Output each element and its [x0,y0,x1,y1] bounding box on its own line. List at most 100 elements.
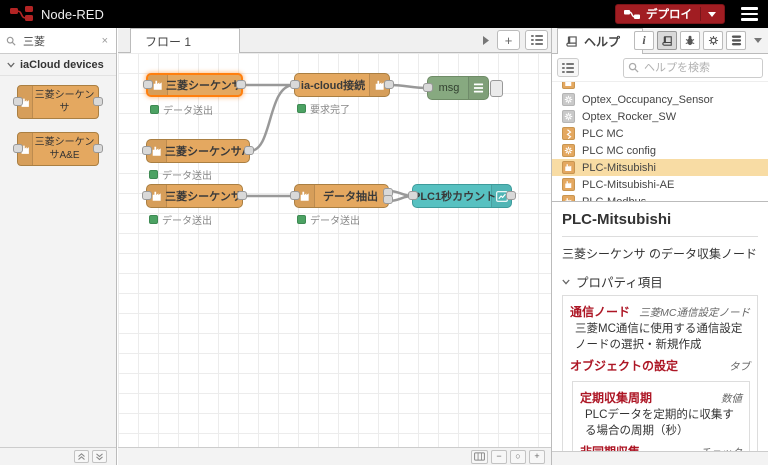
status-text: データ送出 [162,216,212,227]
serial-zigzag-icon [562,127,575,140]
help-content: PLC-Mitsubishi 三菱シーケンサ のデータ収集ノード プロパティ項目… [552,202,768,451]
palette-node-mitsubishi[interactable]: 三菱シーケンサ [13,85,103,119]
config-tab-button[interactable] [703,31,723,50]
tab-scroll-right-button[interactable] [480,30,492,50]
flow-node-ia-cloud-connect[interactable]: ia-cloud接続 要求完了 [290,73,394,116]
help-list-item[interactable]: PLC MC config [552,142,768,159]
tab-help[interactable]: ヘルプ [557,28,643,54]
node-status: データ送出 [150,102,213,117]
hamburger-icon [741,7,758,10]
help-list-item[interactable]: Optex_Rocker_SW [552,108,768,125]
palette: × iaCloud devices 三菱シーケンサ 三菱シーケンサA&E [0,28,117,465]
flow-node-mitsubishi-2[interactable]: 三菱シーケンサ データ送出 [142,184,247,227]
wire[interactable] [249,83,295,153]
main-menu-button[interactable] [739,5,760,23]
caret-down-icon [708,11,716,17]
flow-node-debug-msg[interactable]: msg [423,76,503,100]
flow-node-mitsubishi-1[interactable]: 三菱シーケンサ データ送出 [143,73,246,117]
zoom-out-button[interactable]: − [491,449,507,464]
gear-icon [562,110,575,123]
input-port[interactable] [142,191,152,200]
input-port[interactable] [423,83,433,92]
chevron-double-up-icon [78,453,85,460]
output-port[interactable] [244,146,254,155]
help-list-item[interactable]: PLC-Mitsubishi-AE [552,176,768,193]
output-port[interactable] [384,80,394,89]
workspace[interactable]: 三菱シーケンサ データ送出 ia-cloud接続 要求完了 msg 三菱シーケン… [118,53,551,447]
property-row: 定期収集周期 数値 [580,389,742,406]
collapse-all-button[interactable] [74,450,89,463]
factory-icon [562,195,575,201]
output-port [93,97,103,106]
sidebar-menu-caret[interactable] [749,38,764,43]
flow-node-data-extract[interactable]: データ抽出 データ送出 [290,184,393,227]
search-icon [6,36,16,46]
palette-node-mitsubishi-ae[interactable]: 三菱シーケンサA&E [13,132,103,166]
clear-search-button[interactable]: × [100,35,110,47]
chevron-down-icon [562,279,570,285]
property-row: オブジェクトの設定 タブ [570,357,750,374]
node-status: データ送出 [297,212,360,227]
navigator-toggle-button[interactable] [471,449,488,464]
help-list-item[interactable] [552,82,768,91]
help-list-label: PLC MC config [582,144,656,157]
output-port[interactable] [236,80,246,89]
help-list-item-selected[interactable]: PLC-Mitsubishi [552,159,768,176]
play-icon [483,35,489,45]
input-port[interactable] [290,80,300,89]
wire[interactable] [389,83,428,90]
property-row: 非同期収集 チェック [580,443,742,451]
input-port[interactable] [290,191,300,200]
help-tab-label: ヘルプ [584,35,621,49]
input-port [13,144,23,153]
palette-search-input[interactable] [21,33,100,48]
properties-section-toggle[interactable]: プロパティ項目 [562,272,758,291]
palette-category-header[interactable]: iaCloud devices [0,54,116,76]
property-name: 通信ノード [570,305,631,319]
help-list-item[interactable]: Optex_Occupancy_Sensor [552,91,768,108]
header-actions: デプロイ [615,4,760,24]
bug-icon [685,35,695,46]
help-list-item[interactable]: PLC MC [552,125,768,142]
list-icon [562,62,574,73]
flow-list-button[interactable] [525,30,548,50]
property-row: 通信ノード 三菱MC通信設定ノード [570,303,750,320]
help-tab-button[interactable] [657,31,677,50]
zoom-reset-button[interactable]: ○ [510,449,526,464]
deploy-label: デプロイ [646,9,692,21]
help-toolbar [552,54,768,82]
output-port[interactable] [237,191,247,200]
debug-toggle-button[interactable] [490,80,503,97]
sidebar: ヘルプ i ヘルプを検索 Optex_Occupancy_Sensor Opte… [551,28,768,465]
expand-all-button[interactable] [92,450,107,463]
properties-section-label: プロパティ項目 [576,276,663,290]
input-port[interactable] [142,146,152,155]
deploy-button[interactable]: デプロイ [615,4,725,24]
deploy-options-caret[interactable] [700,7,716,21]
debug-tab-button[interactable] [680,31,700,50]
output-port[interactable] [506,191,516,200]
status-text: 要求完了 [310,105,350,116]
toc-toggle-button[interactable] [557,58,579,77]
help-list-label: Optex_Rocker_SW [582,110,677,123]
input-port[interactable] [408,191,418,200]
flow-node-chart-plc-count[interactable]: PLC1秒カウント [408,184,516,208]
info-tab-button[interactable]: i [634,31,654,50]
sidebar-header: ヘルプ i [552,28,768,54]
output-port-2[interactable] [383,195,393,204]
status-dot-icon [149,170,158,179]
tab-flow-1[interactable]: フロー 1 [130,28,240,53]
node-status: データ送出 [149,212,212,227]
add-flow-button[interactable]: + [497,30,520,50]
flow-node-mitsubishi-ae[interactable]: 三菱シーケンサA&E データ送出 [142,139,254,182]
property-name: 非同期収集 [580,443,640,451]
property-type: タブ [729,361,750,374]
help-list-item[interactable]: PLC-Modbus [552,193,768,201]
help-search-input[interactable] [623,57,763,78]
status-dot-icon [150,105,159,114]
zoom-in-button[interactable]: + [529,449,545,464]
context-tab-button[interactable] [726,31,746,50]
sidebar-tool-buttons: i [634,31,764,50]
gear-icon [562,144,575,157]
input-port[interactable] [143,80,153,89]
